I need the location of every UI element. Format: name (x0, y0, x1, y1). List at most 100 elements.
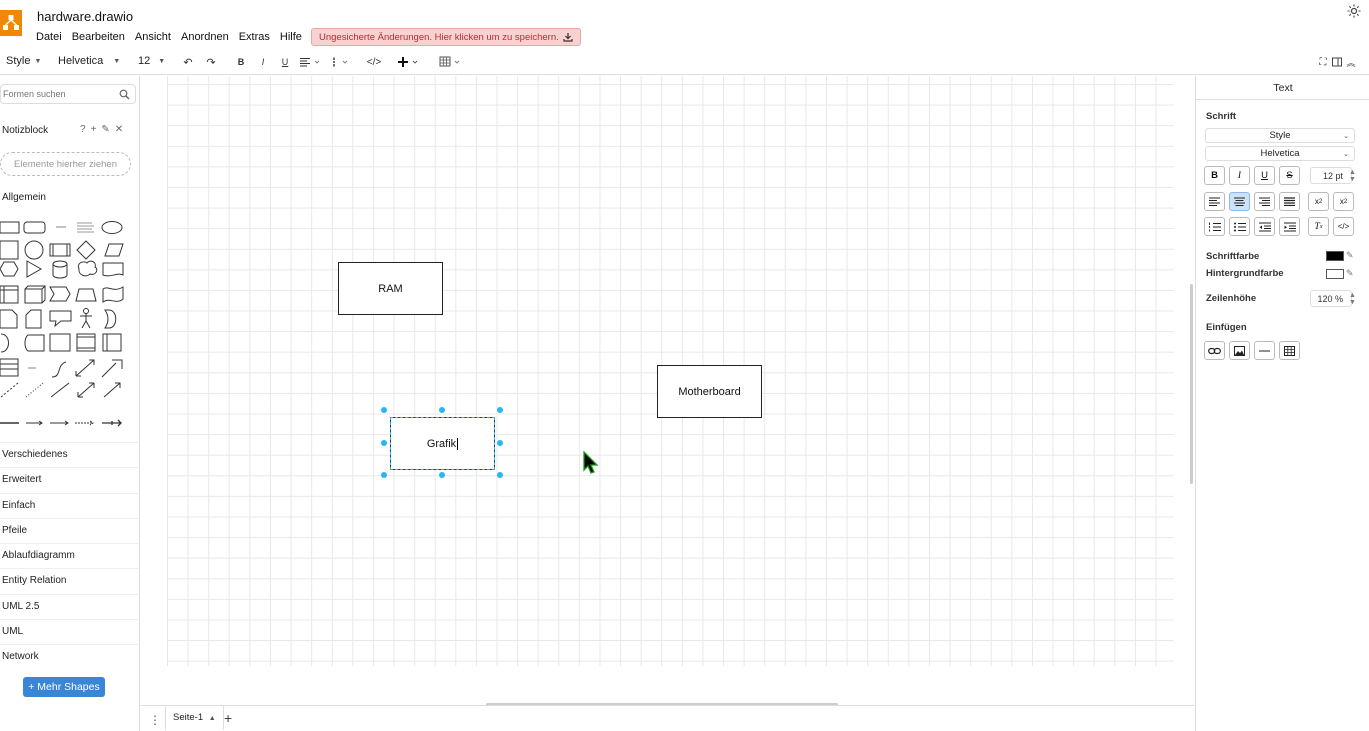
bold-button[interactable]: B (1204, 166, 1225, 185)
insert-dropdown[interactable] (396, 55, 422, 69)
format-panel-tab-text[interactable]: Text (1196, 76, 1369, 100)
menu-anordnen[interactable]: Anordnen (176, 29, 234, 45)
resize-handle-nw[interactable] (381, 407, 387, 413)
line-height-input[interactable]: 120 % (1310, 290, 1352, 307)
clear-formatting-button[interactable]: Tx (1308, 217, 1329, 236)
document-title[interactable]: hardware.drawio (37, 9, 133, 24)
collapse-chevrons-icon[interactable]: ︽ (1344, 55, 1358, 69)
category-entity-relation[interactable]: Entity Relation (0, 568, 140, 593)
category-uml-25[interactable]: UML 2.5 (0, 593, 140, 619)
document-shape (102, 262, 124, 277)
font-section-title: Schrift (1206, 111, 1237, 122)
insert-table-button[interactable] (1279, 341, 1300, 360)
cube-shape (24, 285, 46, 304)
underline-button[interactable]: U (1254, 166, 1275, 185)
align-center-button[interactable] (1229, 192, 1250, 211)
shape-ram[interactable]: RAM (338, 262, 443, 315)
background-color-swatch[interactable] (1326, 269, 1344, 279)
justify-button[interactable] (1279, 192, 1300, 211)
shape-grafik-label[interactable]: Grafik (427, 438, 456, 450)
redo-icon[interactable]: ↷ (204, 55, 218, 69)
general-section-title[interactable]: Allgemein (2, 192, 46, 203)
insert-link-button[interactable] (1204, 341, 1225, 360)
category-pfeile[interactable]: Pfeile (0, 517, 140, 543)
category-erweitert[interactable]: Erweitert (0, 467, 140, 492)
menu-datei[interactable]: Datei (31, 29, 67, 45)
vertical-scrollbar[interactable] (1190, 284, 1193, 484)
diagram-canvas[interactable]: RAM Motherboard Grafik (141, 76, 1194, 705)
italic-button[interactable]: I (256, 55, 270, 69)
scratchpad-title[interactable]: Notizblock (2, 125, 48, 136)
page-menu-icon[interactable]: ⋮ (149, 713, 161, 727)
category-network[interactable]: Network (0, 644, 140, 669)
insert-horizontal-rule-button[interactable] (1254, 341, 1275, 360)
unsaved-changes-button[interactable]: Ungesicherte Änderungen. Hier klicken um… (311, 28, 581, 46)
search-icon[interactable] (119, 89, 130, 100)
page-tab-current[interactable]: Seite-1 ▲ (165, 706, 224, 730)
shape-search-input[interactable] (1, 89, 111, 99)
category-ablaufdiagramm[interactable]: Ablaufdiagramm (0, 543, 140, 568)
pencil-icon[interactable]: ✎ (1346, 268, 1354, 279)
resize-handle-s[interactable] (439, 472, 445, 478)
add-page-icon[interactable]: + (224, 710, 232, 726)
undo-icon[interactable]: ↶ (181, 55, 195, 69)
align-right-button[interactable] (1254, 192, 1275, 211)
font-size-input[interactable]: 12 pt (1310, 167, 1352, 184)
close-icon[interactable]: ✕ (115, 124, 123, 135)
resize-handle-w[interactable] (381, 440, 387, 446)
edit-icon[interactable]: ✎ (101, 124, 109, 135)
table-dropdown[interactable] (439, 55, 463, 69)
menu-hilfe[interactable]: Hilfe (275, 29, 307, 45)
font-size-dropdown[interactable]: 12 ▼ (138, 55, 165, 67)
underline-button[interactable]: U (278, 55, 292, 69)
font-family-select[interactable]: Helvetica ⌄ (1205, 146, 1355, 161)
help-icon[interactable]: ? (80, 124, 86, 135)
sun-icon[interactable] (1347, 4, 1361, 18)
superscript-button[interactable]: x2 (1333, 192, 1354, 211)
subscript-button[interactable]: x2 (1308, 192, 1329, 211)
drawio-logo[interactable] (0, 10, 22, 36)
html-code-button[interactable]: </> (1333, 217, 1354, 236)
align-dropdown[interactable] (298, 55, 322, 69)
scratchpad-dropzone[interactable]: Elemente hierher ziehen (0, 152, 131, 176)
italic-button[interactable]: I (1229, 166, 1250, 185)
insert-image-button[interactable] (1229, 341, 1250, 360)
format-panel-toggle-icon[interactable] (1330, 55, 1344, 69)
indent-button[interactable] (1279, 217, 1300, 236)
resize-handle-e[interactable] (497, 440, 503, 446)
menu-ansicht[interactable]: Ansicht (130, 29, 176, 45)
menu-extras[interactable]: Extras (234, 29, 275, 45)
style-select[interactable]: Style ⌄ (1205, 128, 1355, 143)
pencil-icon[interactable]: ✎ (1346, 250, 1354, 261)
style-dropdown[interactable]: Style ▼ (6, 55, 41, 67)
general-shapes-palette[interactable] (0, 217, 130, 432)
font-color-swatch[interactable] (1326, 251, 1344, 261)
font-dropdown[interactable]: Helvetica ▼ (58, 55, 120, 67)
more-shapes-button[interactable]: + Mehr Shapes (23, 677, 105, 697)
and-shape (0, 333, 9, 353)
resize-handle-se[interactable] (497, 472, 503, 478)
category-verschiedenes[interactable]: Verschiedenes (0, 442, 140, 467)
strikethrough-button[interactable]: S (1279, 166, 1300, 185)
outdent-button[interactable] (1254, 217, 1275, 236)
numbered-list-button[interactable] (1204, 217, 1225, 236)
html-code-icon[interactable]: </> (366, 55, 382, 69)
bold-button[interactable]: B (234, 55, 248, 69)
menu-bearbeiten[interactable]: Bearbeiten (67, 29, 130, 45)
resize-handle-n[interactable] (439, 407, 445, 413)
category-einfach[interactable]: Einfach (0, 492, 140, 518)
category-uml[interactable]: UML (0, 619, 140, 644)
add-icon[interactable]: + (91, 124, 97, 135)
line-height-stepper-icon[interactable]: ▲ ▼ (1349, 292, 1356, 306)
resize-handle-ne[interactable] (497, 407, 503, 413)
resize-handle-sw[interactable] (381, 472, 387, 478)
align-left-button[interactable] (1204, 192, 1225, 211)
vertical-align-dropdown[interactable] (329, 55, 351, 69)
circle-shape (24, 240, 44, 260)
bullet-list-button[interactable] (1229, 217, 1250, 236)
chevron-down-icon: ▼ (113, 57, 121, 65)
shape-motherboard[interactable]: Motherboard (657, 365, 762, 418)
font-size-stepper-icon[interactable]: ▲ ▼ (1349, 169, 1356, 183)
shape-grafik[interactable]: Grafik (390, 417, 495, 470)
fullscreen-icon[interactable]: ⛶ (1316, 55, 1330, 69)
